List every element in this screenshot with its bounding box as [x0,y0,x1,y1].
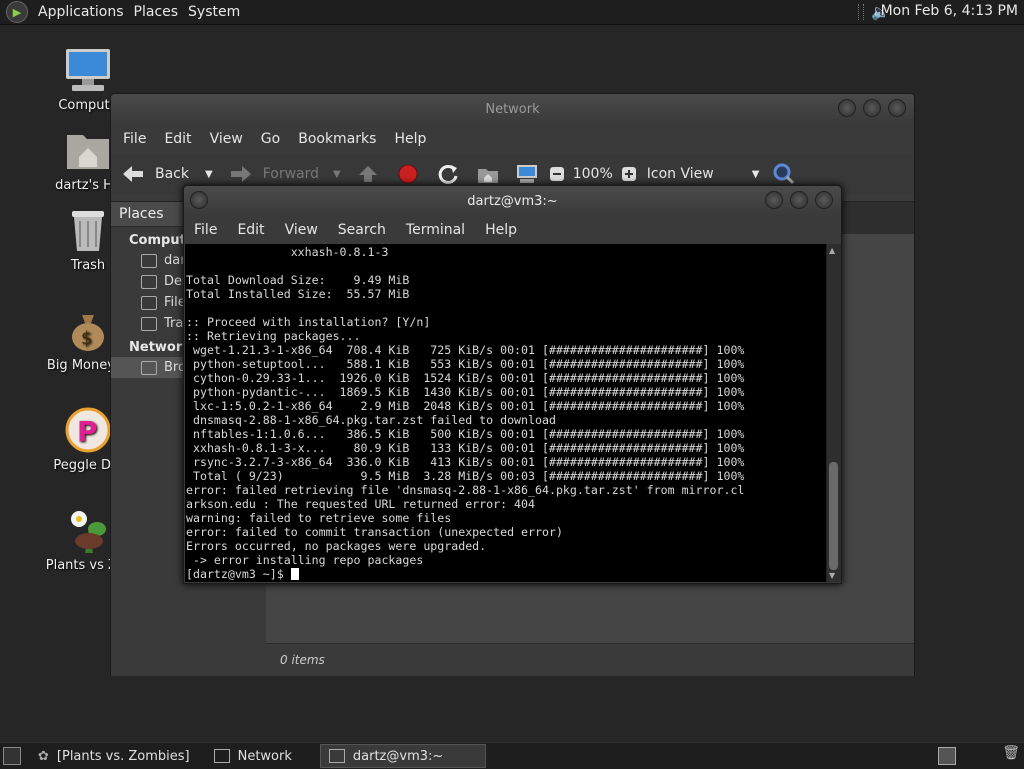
computer-icon [64,46,112,94]
bottom-panel: ✿ [Plants vs. Zombies] Network dartz@vm3… [0,742,1024,769]
network-icon [213,749,230,763]
show-desktop-icon[interactable] [3,747,21,765]
window-title: dartz@vm3:~ [467,193,558,209]
statusbar: 0 items [266,643,914,676]
search-button[interactable] [773,163,795,185]
trash-applet-icon[interactable]: 🗑 [1002,745,1020,761]
close-button[interactable] [888,99,906,117]
back-arrow-icon [123,166,143,182]
forward-button[interactable]: Forward ▼ [229,164,341,184]
menu-edit[interactable]: Edit [164,131,191,147]
zoom-in-button[interactable] [621,166,637,182]
menu-file[interactable]: File [123,131,146,147]
forward-label: Forward [262,166,320,182]
zoom-out-icon [549,167,564,181]
plants-icon [64,506,112,554]
terminal-output[interactable]: xxhash-0.8.1-3 Total Download Size: 9.49… [185,244,827,582]
terminal-window: dartz@vm3:~ File Edit View Search Termin… [183,185,842,584]
window-titlebar[interactable]: dartz@vm3:~ [184,186,841,216]
menu-help[interactable]: Help [485,222,517,238]
menu-help[interactable]: Help [394,131,426,147]
terminal-text: xxhash-0.8.1-3 Total Download Size: 9.49… [186,245,745,581]
svg-text:$: $ [81,328,92,349]
back-button[interactable]: Back ▼ [121,164,213,184]
filesystem-icon [141,295,157,310]
zoom-level[interactable]: 100% [573,166,613,182]
maximize-button[interactable] [790,191,808,209]
home-icon [477,169,498,183]
window-titlebar[interactable]: Network [111,94,914,124]
menu-bookmarks[interactable]: Bookmarks [298,131,376,147]
maximize-button[interactable] [863,99,881,117]
trash-icon [64,206,112,254]
panel-handle[interactable] [858,4,864,20]
computer-button[interactable] [515,163,539,185]
gnome-logo-icon[interactable]: ▶ [6,1,28,23]
desktop-folder-icon [141,274,157,289]
computer-icon [516,165,537,183]
search-icon [773,163,795,185]
stop-icon [398,164,418,184]
minimize-button[interactable] [765,191,783,209]
stop-button[interactable] [397,163,419,185]
menu-file[interactable]: File [194,222,217,238]
workspace-switcher[interactable] [938,747,956,765]
scroll-up-icon[interactable]: ▲ [829,246,835,255]
svg-text:P: P [77,415,98,448]
up-button[interactable] [357,164,379,184]
back-history-dropdown-icon[interactable]: ▼ [205,169,213,180]
menu-go[interactable]: Go [261,131,280,147]
menubar: File Edit View Go Bookmarks Help [111,124,914,154]
task-terminal[interactable]: dartz@vm3:~ [319,744,486,768]
menu-view[interactable]: View [210,131,243,147]
top-panel: ▶ Applications Places System 🔈 Mon Feb 6… [0,0,1024,25]
places-menu[interactable]: Places [134,4,179,20]
menubar: File Edit View Search Terminal Help [184,216,841,244]
terminal-scrollbar[interactable]: ▲ ▼ [826,244,841,582]
scroll-down-icon[interactable]: ▼ [829,571,835,580]
task-network[interactable]: Network [206,745,300,767]
zoom-out-button[interactable] [549,166,565,182]
clock[interactable]: Mon Feb 6, 4:13 PM [881,3,1018,19]
reload-icon [438,164,458,184]
network-icon [141,360,157,375]
peggle-icon: P [64,406,112,454]
home-folder-icon [141,253,157,268]
terminal-cursor [290,568,299,580]
trash-icon [141,316,157,331]
task-label: Network [237,748,292,764]
money-bag-icon: $ [64,306,112,354]
window-title: Network [485,101,540,117]
task-plants-vs-zombies[interactable]: ✿ [Plants vs. Zombies] [30,745,198,767]
status-text: 0 items [280,653,325,667]
system-menu[interactable]: System [188,4,240,20]
menu-terminal[interactable]: Terminal [406,222,465,238]
menu-search[interactable]: Search [338,222,386,238]
sidebar-item-label: Tra [164,316,184,331]
menu-edit[interactable]: Edit [237,222,264,238]
forward-arrow-icon [230,166,251,182]
reload-button[interactable] [437,163,459,185]
task-label: [Plants vs. Zombies] [56,748,190,764]
close-button[interactable] [815,191,833,209]
zoom-in-icon [621,167,636,181]
chevron-down-icon: ▼ [751,168,760,180]
minimize-button[interactable] [838,99,856,117]
up-arrow-icon [358,166,377,182]
home-button[interactable] [477,164,499,184]
forward-history-dropdown-icon[interactable]: ▼ [333,169,341,180]
applications-menu[interactable]: Applications [38,4,124,20]
terminal-icon [328,749,345,763]
home-folder-icon [64,126,112,174]
view-mode-select[interactable]: Icon View ▼ [647,166,760,182]
menu-view[interactable]: View [285,222,318,238]
window-menu-button[interactable] [190,191,208,209]
view-mode-label: Icon View [646,166,714,182]
scrollbar-thumb[interactable] [829,462,838,570]
back-label: Back [155,166,189,182]
plants-icon: ✿ [38,748,49,764]
task-label: dartz@vm3:~ [352,748,444,764]
